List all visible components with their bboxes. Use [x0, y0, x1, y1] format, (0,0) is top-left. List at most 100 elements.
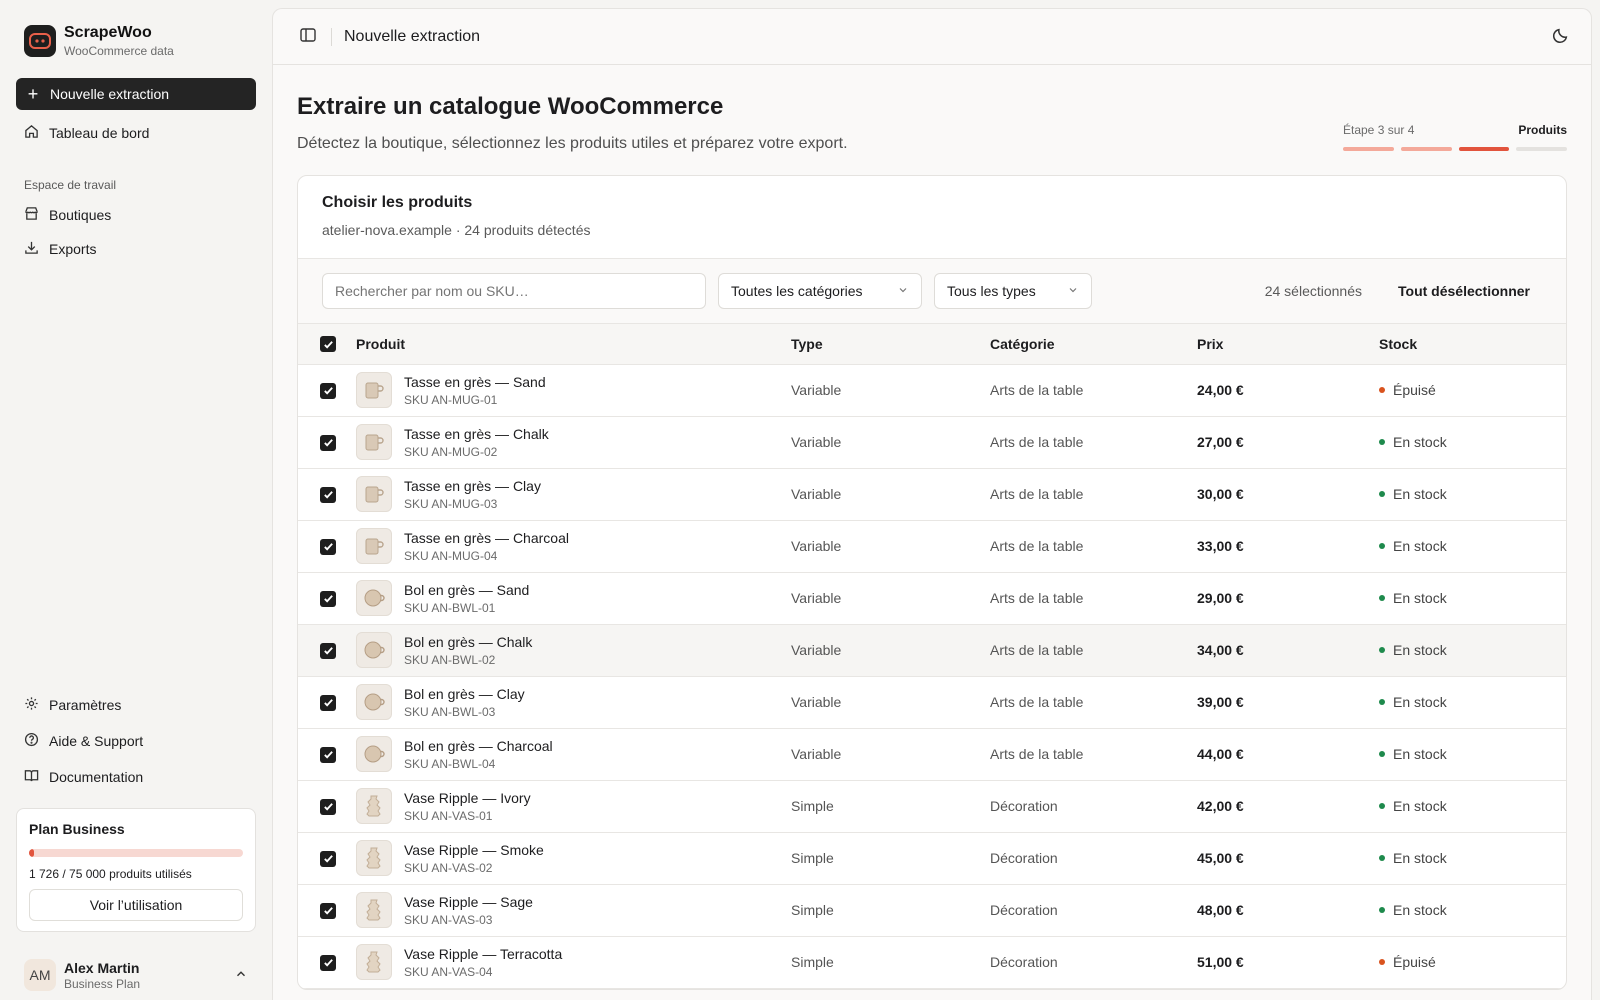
stock-status-dot [1379, 751, 1385, 757]
column-header-stock[interactable]: Stock [1379, 324, 1566, 365]
plan-title: Plan Business [29, 821, 125, 837]
product-category: Arts de la table [990, 468, 1197, 521]
category-select[interactable]: Toutes les catégories [718, 273, 922, 309]
view-usage-button[interactable]: Voir l’utilisation [29, 889, 243, 921]
product-type: Variable [791, 364, 990, 417]
chevron-up-icon[interactable] [234, 967, 248, 984]
column-header-type[interactable]: Type [791, 324, 990, 365]
product-cell: Bol en grès — Charcoal SKU AN-BWL-04 [356, 728, 791, 781]
product-name: Tasse en grès — Chalk [404, 425, 549, 442]
table-row[interactable]: Tasse en grès — Charcoal SKU AN-MUG-04 Var… [298, 520, 1566, 573]
product-thumbnail [356, 840, 392, 876]
row-checkbox[interactable] [320, 902, 336, 919]
table-row[interactable]: Vase Ripple — Terracotta SKU AN-VAS-04 Sim… [298, 936, 1566, 989]
product-type: Simple [791, 832, 990, 885]
table-row[interactable]: Vase Ripple — Ivory SKU AN-VAS-01 Simple Dé… [298, 780, 1566, 833]
new-extraction-button[interactable]: + Nouvelle extraction [16, 78, 256, 110]
row-checkbox-cell [298, 624, 356, 677]
product-category: Décoration [990, 780, 1197, 833]
row-checkbox[interactable] [320, 798, 336, 815]
table-row[interactable]: Tasse en grès — Chalk SKU AN-MUG-02 Variab… [298, 416, 1566, 469]
step-bar [1400, 147, 1452, 151]
stock-cell: En stock [1379, 728, 1566, 781]
category-select-value: Toutes les catégories [731, 283, 863, 299]
brand[interactable]: ScrapeWoo WooCommerce data [16, 16, 256, 64]
main-panel: Nouvelle extraction Extraire un catalogu… [272, 8, 1592, 1000]
stock-cell: En stock [1379, 572, 1566, 625]
row-checkbox[interactable] [320, 642, 336, 659]
table-header-row: Produit Type Catégorie Prix Stock [298, 324, 1566, 365]
table-row[interactable]: Tasse en grès — Sand SKU AN-MUG-01 Variabl… [298, 364, 1566, 417]
row-checkbox[interactable] [320, 590, 336, 607]
row-checkbox-cell [298, 832, 356, 885]
table-row[interactable]: Vase Ripple — Smoke SKU AN-VAS-02 Simple Dé… [298, 832, 1566, 885]
search-input[interactable] [322, 273, 706, 309]
row-checkbox[interactable] [320, 538, 336, 555]
product-type: Simple [791, 780, 990, 833]
sidebar-toggle-icon[interactable] [299, 26, 317, 47]
product-price: 30,00 € [1197, 468, 1379, 521]
stock-cell: En stock [1379, 468, 1566, 521]
column-header-price[interactable]: Prix [1197, 324, 1379, 365]
column-header-product[interactable]: Produit [356, 324, 791, 365]
row-checkbox[interactable] [320, 954, 336, 971]
sidebar-item-exports[interactable]: Exports [16, 232, 256, 266]
product-sku: SKU AN-MUG-04 [404, 548, 498, 563]
select-all-checkbox[interactable] [320, 336, 336, 353]
stock-cell: Épuisé [1379, 364, 1566, 417]
table-row[interactable]: Vase Ripple — Sage SKU AN-VAS-03 Simple Déc… [298, 884, 1566, 937]
table-row[interactable]: Bol en grès — Sand SKU AN-BWL-01 Variable A… [298, 572, 1566, 625]
row-checkbox[interactable] [320, 434, 336, 451]
product-price: 45,00 € [1197, 832, 1379, 885]
product-type: Variable [791, 572, 990, 625]
deselect-all-button[interactable]: Tout désélectionner [1386, 283, 1542, 299]
table-row[interactable]: Bol en grès — Clay SKU AN-BWL-03 Variable A… [298, 676, 1566, 729]
product-type: Variable [791, 624, 990, 677]
stock-status-dot [1379, 803, 1385, 809]
product-name: Tasse en grès — Charcoal [404, 529, 569, 546]
sidebar-item-label: Boutiques [49, 207, 112, 223]
products-table: Produit Type Catégorie Prix Stock Tasse … [298, 324, 1566, 989]
new-extraction-label: Nouvelle extraction [50, 86, 170, 102]
user-name: Alex Martin [64, 959, 140, 976]
sidebar-item-documentation[interactable]: Documentation [16, 760, 256, 794]
row-checkbox[interactable] [320, 486, 336, 503]
table-row[interactable]: Bol en grès — Charcoal SKU AN-BWL-04 Varia… [298, 728, 1566, 781]
product-category: Décoration [990, 936, 1197, 989]
user-menu[interactable]: AM Alex Martin Business Plan [16, 950, 256, 1000]
stock-cell: En stock [1379, 884, 1566, 937]
table-row[interactable]: Bol en grès — Chalk SKU AN-BWL-02 Variable… [298, 624, 1566, 677]
sidebar-item-settings[interactable]: Paramètres [16, 688, 256, 722]
table-row[interactable]: Tasse en grès — Clay SKU AN-MUG-03 Variabl… [298, 468, 1566, 521]
step-bar [1343, 147, 1394, 151]
type-select[interactable]: Tous les types [934, 273, 1092, 309]
product-cell: Tasse en grès — Clay SKU AN-MUG-03 [356, 468, 791, 521]
product-category: Décoration [990, 884, 1197, 937]
row-checkbox[interactable] [320, 694, 336, 711]
column-header-category[interactable]: Catégorie [990, 324, 1197, 365]
row-checkbox[interactable] [320, 746, 336, 763]
moon-icon[interactable] [1552, 27, 1569, 47]
sidebar-item-boutiques[interactable]: Boutiques [16, 198, 256, 232]
card-subtitle: atelier-nova.example · 24 produits détec… [322, 222, 591, 238]
stock-status: Épuisé [1393, 954, 1436, 970]
product-type: Variable [791, 416, 990, 469]
row-checkbox[interactable] [320, 382, 336, 399]
product-name: Tasse en grès — Clay [404, 477, 541, 494]
stock-cell: En stock [1379, 520, 1566, 573]
product-name: Bol en grès — Clay [404, 685, 525, 702]
brand-subtitle: WooCommerce data [64, 44, 174, 58]
stock-status-dot [1379, 387, 1385, 393]
step-name: Produits [1518, 123, 1567, 137]
product-price: 27,00 € [1197, 416, 1379, 469]
sidebar-item-label: Exports [49, 241, 97, 257]
header-checkbox-cell [298, 324, 356, 365]
sidebar-item-help[interactable]: Aide & Support [16, 724, 256, 758]
stock-cell: En stock [1379, 780, 1566, 833]
stock-status: En stock [1393, 434, 1447, 450]
sidebar-item-dashboard[interactable]: Tableau de bord [16, 116, 256, 150]
product-sku: SKU AN-MUG-03 [404, 496, 498, 511]
row-checkbox[interactable] [320, 850, 336, 867]
stepper: Étape 3 sur 4 Produits [1343, 123, 1567, 151]
row-checkbox-cell [298, 884, 356, 937]
